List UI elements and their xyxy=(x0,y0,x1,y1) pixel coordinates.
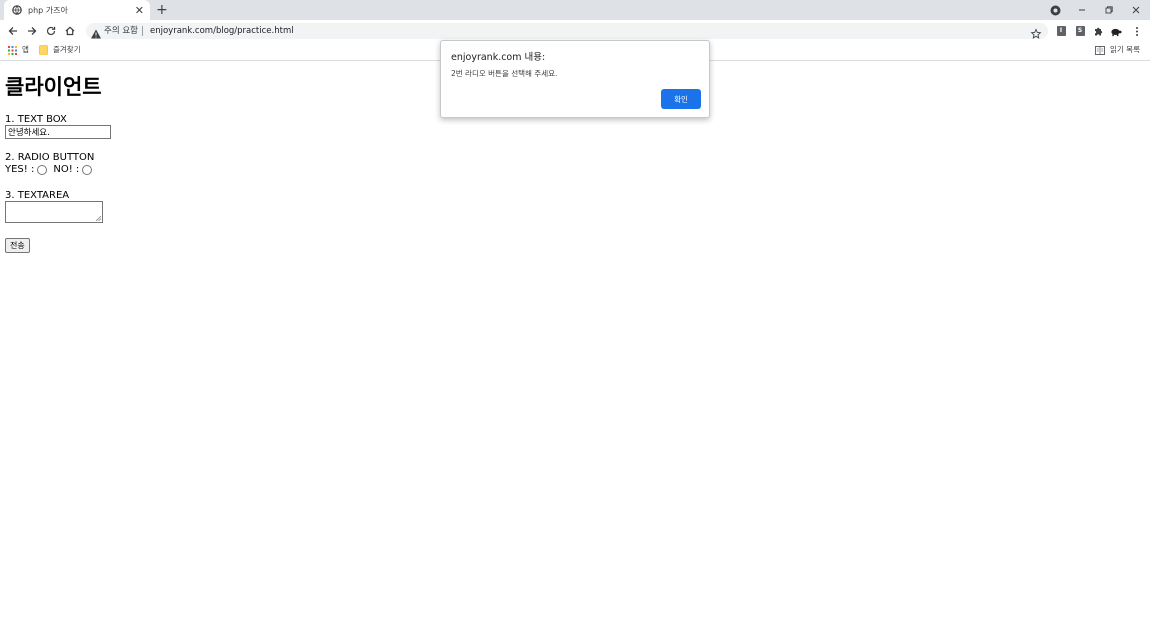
tab-title: php 가즈아 xyxy=(28,5,68,15)
minimize-icon[interactable] xyxy=(1075,3,1089,17)
resize-handle-icon[interactable] xyxy=(96,216,101,221)
folder-label: 즐겨찾기 xyxy=(53,45,81,54)
puzzle-icon[interactable] xyxy=(1092,25,1104,37)
url-text[interactable]: enjoyrank.com/blog/practice.html xyxy=(150,25,294,37)
tab-strip: php 가즈아 ✕ + xyxy=(0,0,1150,20)
folder-icon xyxy=(39,45,48,55)
textarea-input[interactable] xyxy=(5,201,103,223)
radio-yes[interactable] xyxy=(37,165,48,175)
ok-button[interactable]: 확인 xyxy=(661,89,701,109)
extension-icon[interactable]: S xyxy=(1074,25,1086,37)
warning-icon[interactable] xyxy=(90,25,102,39)
extension-icon[interactable]: I xyxy=(1055,25,1067,37)
reload-icon[interactable] xyxy=(44,24,58,38)
reading-list-icon xyxy=(1095,45,1105,55)
profile-icon[interactable] xyxy=(1049,3,1061,17)
page-content: 클라이언트 1. TEXT BOX 안녕하세요. 2. RADIO BUTTON… xyxy=(0,61,1150,629)
restore-icon[interactable] xyxy=(1102,3,1116,17)
dialog-message: 2번 라디오 버튼을 선택해 주세요. xyxy=(451,69,558,78)
address-bar[interactable]: 주의 요함 enjoyrank.com/blog/practice.html xyxy=(86,23,1048,39)
bookmark-folder[interactable]: 즐겨찾기 xyxy=(39,45,81,55)
menu-dots-icon[interactable] xyxy=(1131,25,1143,37)
radio-yes-label: YES! : xyxy=(5,164,35,175)
page-title: 클라이언트 xyxy=(5,75,102,99)
forward-arrow-icon[interactable] xyxy=(25,24,39,38)
turtle-extension-icon[interactable] xyxy=(1110,25,1122,37)
radio-label: 2. RADIO BUTTON xyxy=(5,152,95,163)
text-input[interactable]: 안녕하세요. xyxy=(5,125,111,139)
address-separator xyxy=(142,26,143,36)
submit-button[interactable]: 전송 xyxy=(5,238,30,253)
extension-badge: S xyxy=(1075,26,1085,36)
globe-icon xyxy=(12,5,22,15)
apps-grid-icon xyxy=(8,45,17,55)
radio-no[interactable] xyxy=(82,165,93,175)
home-icon[interactable] xyxy=(63,24,77,38)
radio-no-label: NO! : xyxy=(53,164,80,175)
alert-dialog: enjoyrank.com 내용: 2번 라디오 버튼을 선택해 주세요. 확인 xyxy=(440,40,710,118)
security-status[interactable]: 주의 요함 xyxy=(104,25,138,37)
bookmark-star-icon[interactable] xyxy=(1030,25,1042,39)
reading-list-label: 읽기 목록 xyxy=(1110,45,1140,54)
apps-label: 앱 xyxy=(22,45,29,54)
new-tab-button[interactable]: + xyxy=(156,2,168,18)
window-close-icon[interactable] xyxy=(1129,3,1143,17)
back-arrow-icon[interactable] xyxy=(6,24,20,38)
extension-badge: I xyxy=(1056,26,1066,36)
radio-group: YES! : NO! : xyxy=(5,164,95,176)
bookmark-apps[interactable]: 앱 xyxy=(8,45,29,55)
browser-tab[interactable]: php 가즈아 ✕ xyxy=(4,0,150,20)
reading-list[interactable]: 읽기 목록 xyxy=(1095,45,1140,55)
tab-close-icon[interactable]: ✕ xyxy=(135,5,144,16)
dialog-title: enjoyrank.com 내용: xyxy=(451,52,546,63)
